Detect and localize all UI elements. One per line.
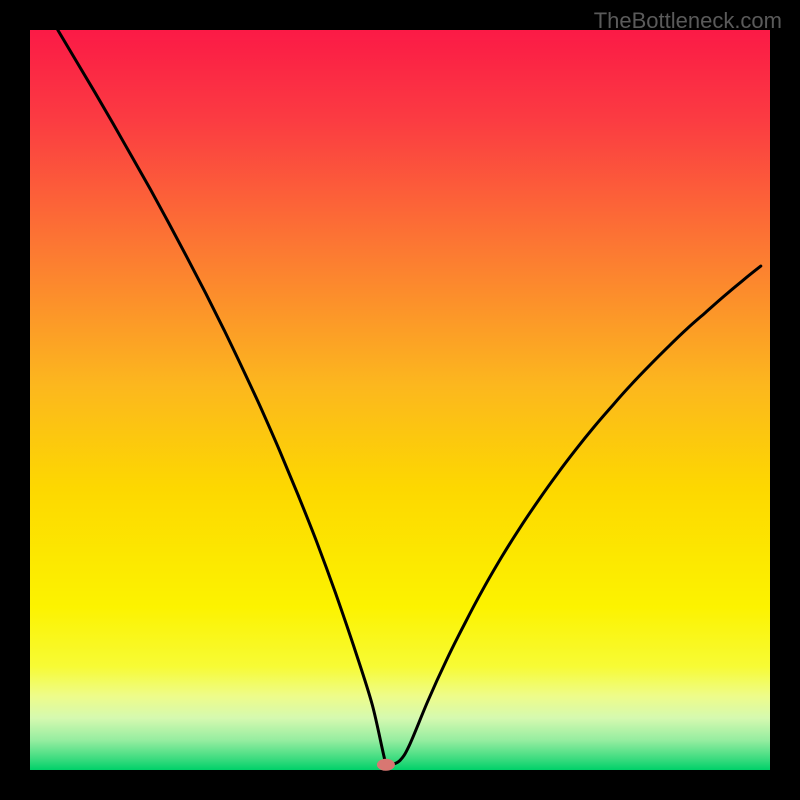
watermark-text: TheBottleneck.com — [594, 8, 782, 34]
optimal-point-marker — [377, 759, 395, 771]
gradient-background — [30, 30, 770, 770]
bottleneck-chart — [0, 0, 800, 800]
